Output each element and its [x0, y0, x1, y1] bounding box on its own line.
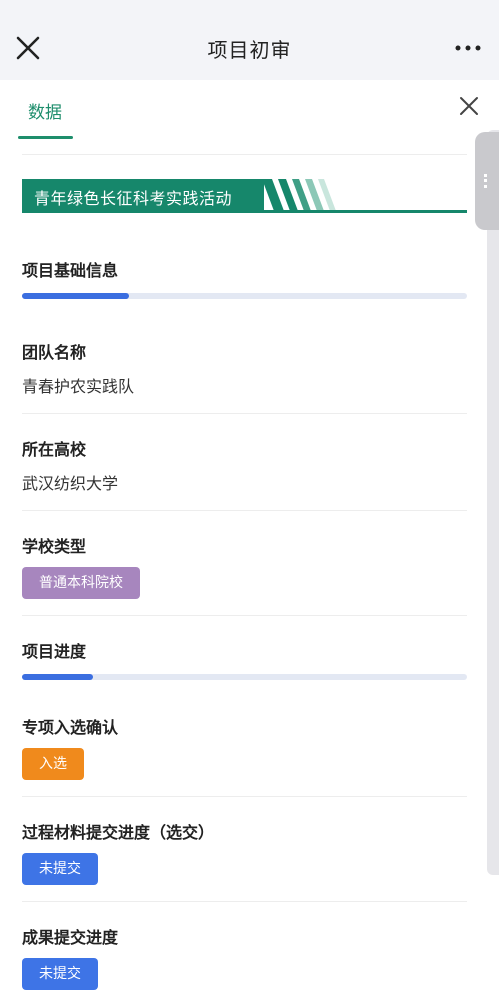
page-title: 项目初审	[207, 38, 292, 62]
field-label: 学校类型	[22, 537, 87, 556]
tab-bar: 数据	[0, 80, 499, 140]
field-label: 成果提交进度	[22, 928, 119, 947]
section-title-basic-info: 项目基础信息	[22, 261, 119, 280]
status-badge: 未提交	[22, 958, 98, 990]
form-content: 青年绿色长征科考实践活动 项目基础信息 团队名称 青春护农实践队 所在高校 武汉…	[22, 154, 467, 995]
grip-icon	[484, 174, 487, 188]
field-value: 武汉纺织大学	[22, 474, 119, 493]
data-panel: 数据 青年绿色长征科考实践活动 项目基础信息 团队名称 青春护农实践队 所在高校…	[0, 80, 499, 995]
scrollbar-track[interactable]	[487, 130, 499, 875]
section-progress-bar	[22, 293, 467, 299]
divider	[22, 154, 467, 155]
field-school: 所在高校 武汉纺织大学	[22, 436, 467, 511]
status-badge: 入选	[22, 748, 84, 780]
more-horizontal-icon[interactable]	[455, 44, 481, 52]
field-special-confirm: 专项入选确认 入选	[22, 714, 467, 797]
activity-banner: 青年绿色长征科考实践活动	[22, 179, 467, 213]
section-title-progress: 项目进度	[22, 642, 87, 661]
field-material-progress: 过程材料提交进度（选交） 未提交	[22, 819, 467, 902]
top-navigation-bar: 项目初审	[0, 0, 499, 80]
field-label: 专项入选确认	[22, 718, 119, 737]
active-tab-indicator	[18, 136, 73, 139]
scrollbar-thumb[interactable]	[475, 132, 499, 230]
field-label: 过程材料提交进度（选交）	[22, 823, 215, 842]
field-label: 所在高校	[22, 440, 87, 459]
banner-baseline	[22, 210, 467, 213]
field-result-progress: 成果提交进度 未提交	[22, 924, 467, 995]
field-school-type: 学校类型 普通本科院校	[22, 533, 467, 616]
field-value: 青春护农实践队	[22, 377, 135, 396]
school-type-badge: 普通本科院校	[22, 567, 140, 599]
field-label: 团队名称	[22, 343, 87, 362]
banner-title: 青年绿色长征科考实践活动	[34, 189, 233, 208]
field-team-name: 团队名称 青春护农实践队	[22, 339, 467, 414]
status-badge: 未提交	[22, 853, 98, 885]
tab-data[interactable]: 数据	[28, 98, 62, 123]
close-icon[interactable]	[457, 94, 481, 118]
section-progress-fill	[22, 674, 94, 680]
banner-stripes-icon	[262, 179, 336, 211]
section-progress-bar	[22, 674, 467, 680]
section-progress-fill	[22, 293, 129, 299]
